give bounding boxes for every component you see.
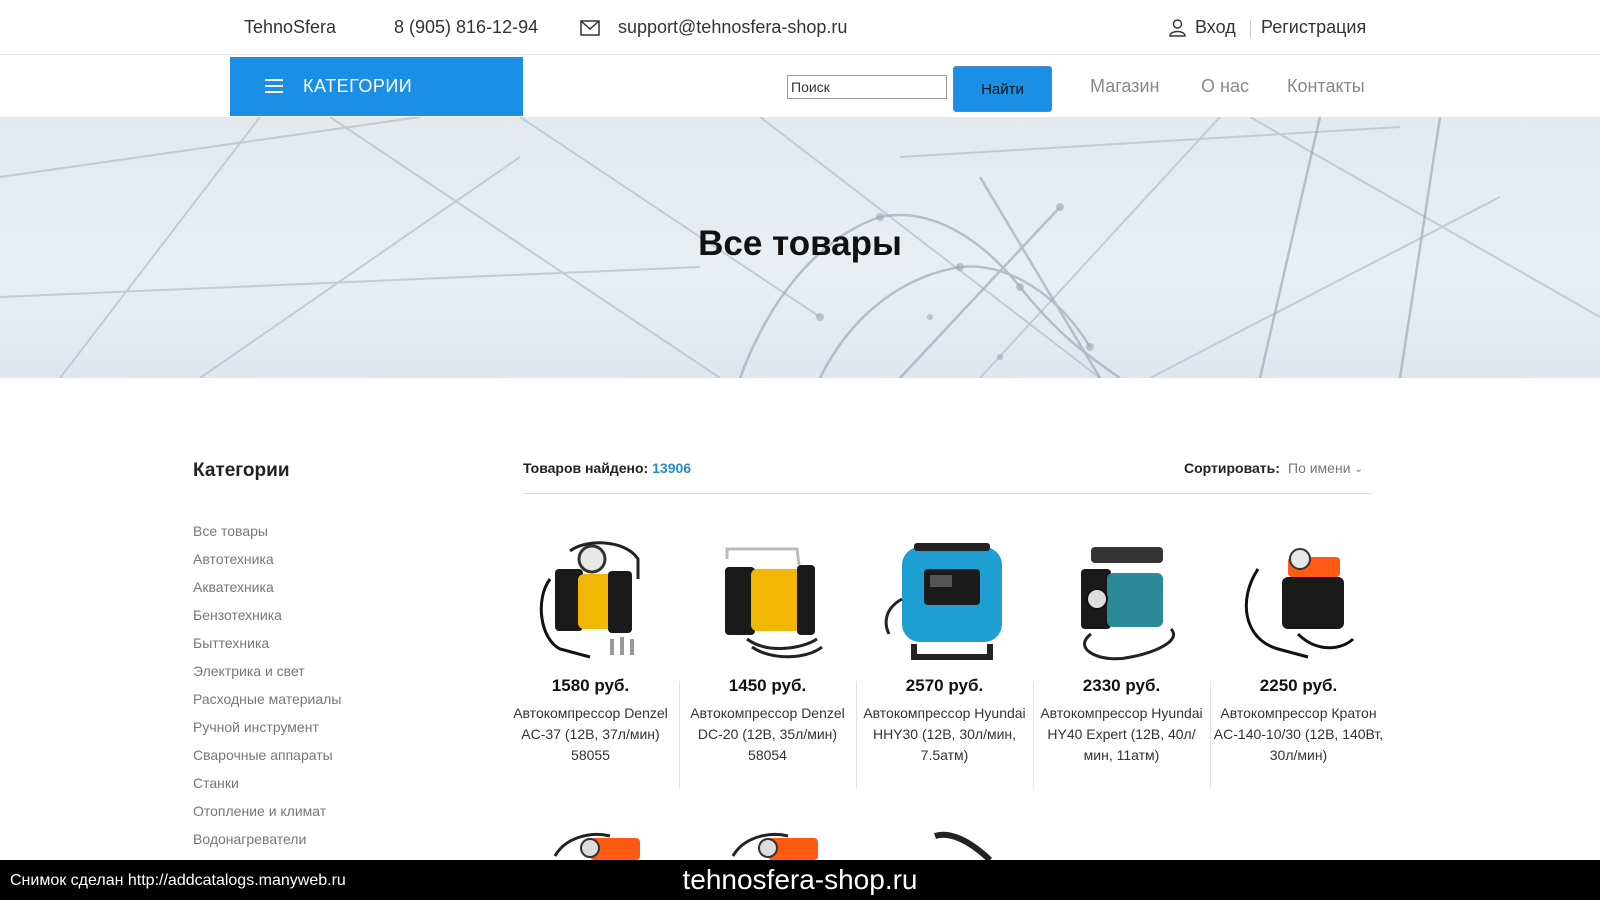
sidebar-item-all[interactable]: Все товары — [193, 522, 341, 550]
sidebar-item-aqua[interactable]: Акватехника — [193, 578, 341, 606]
product-name[interactable]: Автокомпрессор Кратон AC-140-10/30 (12В,… — [1210, 703, 1387, 766]
sidebar-item-heating[interactable]: Отопление и климат — [193, 802, 341, 830]
search-input[interactable] — [787, 75, 947, 99]
product-card[interactable]: 2250 руб. Автокомпрессор Кратон AC-140-1… — [1210, 535, 1387, 790]
product-card[interactable]: 1450 руб. Автокомпрессор Denzel DC-20 (1… — [679, 535, 856, 790]
divider — [1250, 20, 1251, 38]
product-name[interactable]: Автокомпрессор Denzel DC-20 (12В, 35л/ми… — [679, 703, 856, 766]
sidebar-item-auto[interactable]: Автотехника — [193, 550, 341, 578]
products-found: Товаров найдено: 13906 — [523, 460, 691, 476]
product-name[interactable]: Автокомпрессор Denzel AC-37 (12В, 37л/ми… — [502, 703, 679, 766]
register-link[interactable]: Регистрация — [1261, 17, 1366, 38]
product-card[interactable]: 2330 руб. Автокомпрессор Hyundai HY40 Ex… — [1033, 535, 1210, 790]
categories-button[interactable]: КАТЕГОРИИ — [230, 57, 523, 116]
nav-link-shop[interactable]: Магазин — [1090, 76, 1159, 97]
compressor-teal-icon[interactable] — [1061, 539, 1183, 667]
compressor-orange-icon[interactable] — [1238, 539, 1360, 667]
sidebar-item-machines[interactable]: Станки — [193, 774, 341, 802]
support-email-link[interactable]: support@tehnosfera-shop.ru — [618, 17, 847, 38]
login-link[interactable]: Вход — [1195, 17, 1236, 38]
chevron-down-icon: ⌄ — [1354, 464, 1363, 475]
sidebar-item-hand-tools[interactable]: Ручной инструмент — [193, 718, 341, 746]
sort-label: Сортировать: — [1184, 460, 1280, 476]
compressor-yellow-icon[interactable] — [707, 539, 829, 667]
sidebar-item-consumables[interactable]: Расходные материалы — [193, 690, 341, 718]
product-image-partial[interactable] — [930, 826, 1040, 860]
mail-icon — [580, 20, 600, 36]
products-found-count: 13906 — [652, 460, 692, 476]
hero-banner: Все товары — [0, 117, 1600, 378]
sidebar-item-electric[interactable]: Электрика и свет — [193, 662, 341, 690]
products-found-label: Товаров найдено: — [523, 460, 649, 476]
sidebar-item-household[interactable]: Быттехника — [193, 634, 341, 662]
caption-site-name: tehnosfera-shop.ru — [682, 864, 918, 895]
menu-icon — [265, 79, 283, 93]
sidebar-item-water-heaters[interactable]: Водонагреватели — [193, 830, 341, 858]
product-name[interactable]: Автокомпрессор Hyundai HY40 Expert (12В,… — [1033, 703, 1210, 766]
product-card[interactable]: 1580 руб. Автокомпрессор Denzel AC-37 (1… — [502, 535, 679, 790]
categories-button-label: КАТЕГОРИИ — [303, 76, 413, 96]
product-price: 2330 руб. — [1082, 676, 1161, 695]
nav-link-contacts[interactable]: Контакты — [1287, 76, 1365, 97]
sort-dropdown-value: По имени — [1288, 460, 1351, 476]
divider — [523, 493, 1372, 494]
sort-dropdown[interactable]: По имени ⌄ — [1288, 460, 1363, 476]
user-icon — [1169, 19, 1186, 37]
main-nav: КАТЕГОРИИ Найти Магазин О нас Контакты — [0, 56, 1600, 117]
top-bar: TehnoSfera 8 (905) 816-12-94 support@teh… — [0, 0, 1600, 55]
product-image-partial[interactable] — [728, 826, 838, 860]
compressor-blue-icon[interactable] — [884, 539, 1006, 667]
sidebar-item-petrol[interactable]: Бензотехника — [193, 606, 341, 634]
sidebar-category-list: Все товары Автотехника Акватехника Бензо… — [193, 522, 341, 858]
page-title: Все товары — [698, 224, 902, 263]
product-name[interactable]: Автокомпрессор Hyundai HHY30 (12В, 30л/м… — [856, 703, 1033, 766]
nav-link-about[interactable]: О нас — [1201, 76, 1249, 97]
product-price: 1580 руб. — [551, 676, 630, 695]
product-price: 2570 руб. — [905, 676, 984, 695]
product-price: 2250 руб. — [1259, 676, 1338, 695]
brand-name[interactable]: TehnoSfera — [244, 17, 336, 38]
phone-number[interactable]: 8 (905) 816-12-94 — [394, 17, 538, 38]
product-card[interactable]: 2570 руб. Автокомпрессор Hyundai HHY30 (… — [856, 535, 1033, 790]
product-image-partial[interactable] — [550, 826, 660, 860]
product-price: 1450 руб. — [728, 676, 807, 695]
search-button[interactable]: Найти — [953, 66, 1052, 112]
screenshot-caption-bar: Снимок сделан http://addcatalogs.manyweb… — [0, 860, 1600, 900]
compressor-yellow-icon[interactable] — [530, 539, 652, 667]
sidebar-title: Категории — [193, 460, 290, 481]
sidebar-item-welding[interactable]: Сварочные аппараты — [193, 746, 341, 774]
